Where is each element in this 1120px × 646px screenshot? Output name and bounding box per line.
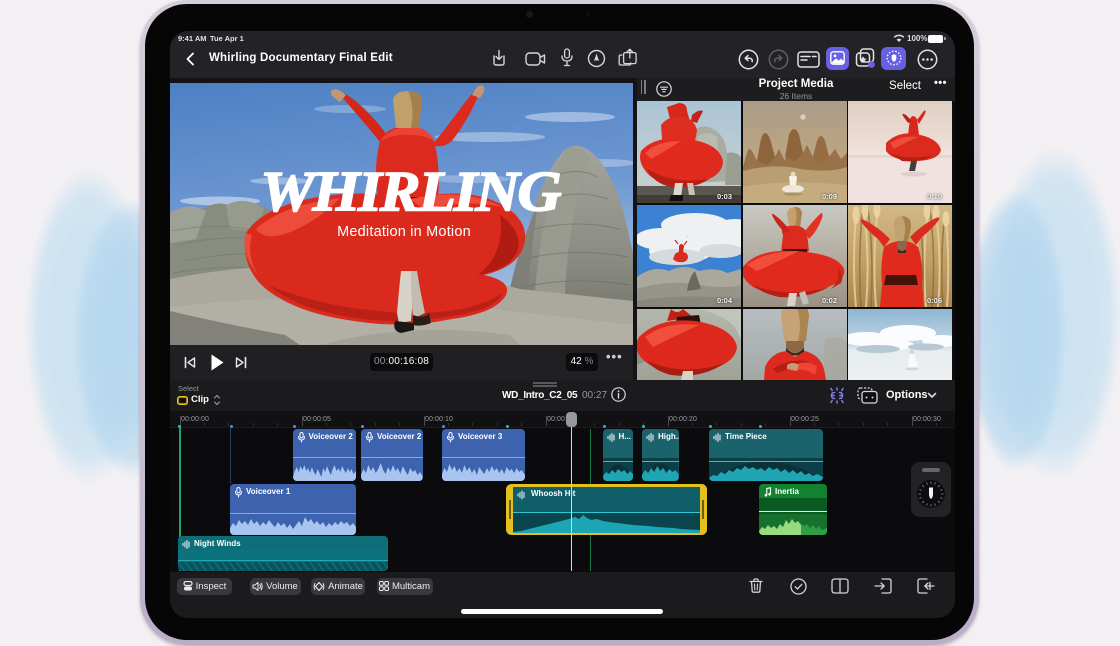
svg-text:Meditation in Motion: Meditation in Motion [337,224,471,240]
svg-text:WHIRLING: WHIRLING [260,160,561,223]
